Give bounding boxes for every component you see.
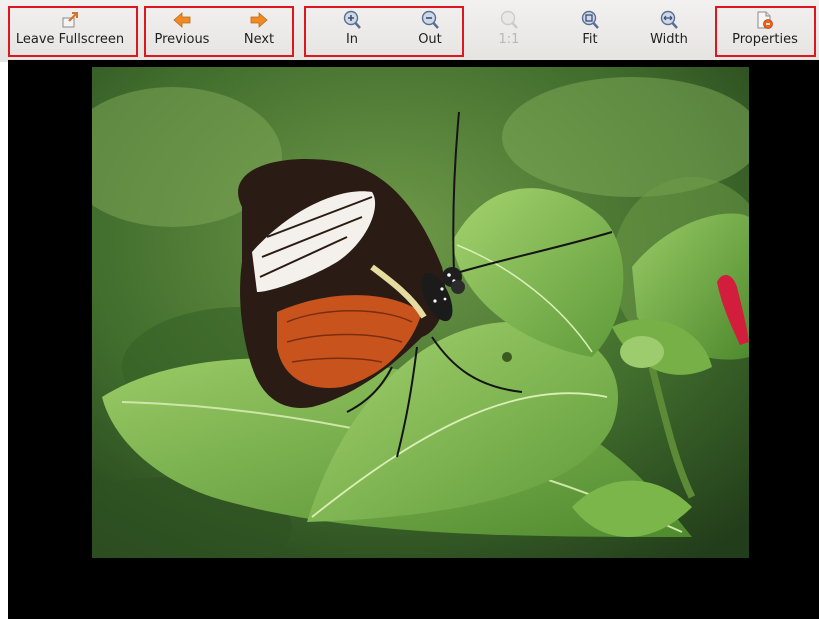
zoom-out-icon [420, 10, 440, 30]
zoom-out-button[interactable]: Out [398, 6, 462, 58]
leave-fullscreen-label: Leave Fullscreen [15, 32, 125, 47]
leave-fullscreen-button[interactable]: Leave Fullscreen [10, 6, 130, 58]
arrow-left-icon [172, 10, 192, 30]
previous-label: Previous [154, 32, 210, 47]
next-button[interactable]: Next [230, 6, 288, 58]
zoom-width-label: Width [650, 32, 688, 47]
image-viewer-window: Leave Fullscreen Previous Next In Out 1:… [0, 0, 819, 619]
arrow-right-icon [249, 10, 269, 30]
zoom-out-label: Out [418, 32, 442, 47]
properties-icon [755, 10, 775, 30]
toolbar: Leave Fullscreen Previous Next In Out 1:… [0, 0, 819, 62]
zoom-in-label: In [345, 32, 359, 47]
zoom-width-icon [659, 10, 679, 30]
previous-button[interactable]: Previous [148, 6, 216, 58]
zoom-width-button[interactable]: Width [636, 6, 702, 58]
butterfly-photo [92, 67, 749, 558]
image-viewport[interactable] [8, 60, 819, 619]
properties-button[interactable]: Properties [720, 6, 810, 58]
zoom-in-button[interactable]: In [320, 6, 384, 58]
zoom-fit-icon [580, 10, 600, 30]
zoom-original-label: 1:1 [498, 32, 520, 47]
zoom-original-button[interactable]: 1:1 [478, 6, 540, 58]
next-label: Next [243, 32, 275, 47]
leave-fullscreen-icon [60, 10, 80, 30]
zoom-in-icon [342, 10, 362, 30]
zoom-original-icon [499, 10, 519, 30]
zoom-fit-button[interactable]: Fit [558, 6, 622, 58]
properties-label: Properties [732, 32, 798, 47]
zoom-fit-label: Fit [582, 32, 598, 47]
